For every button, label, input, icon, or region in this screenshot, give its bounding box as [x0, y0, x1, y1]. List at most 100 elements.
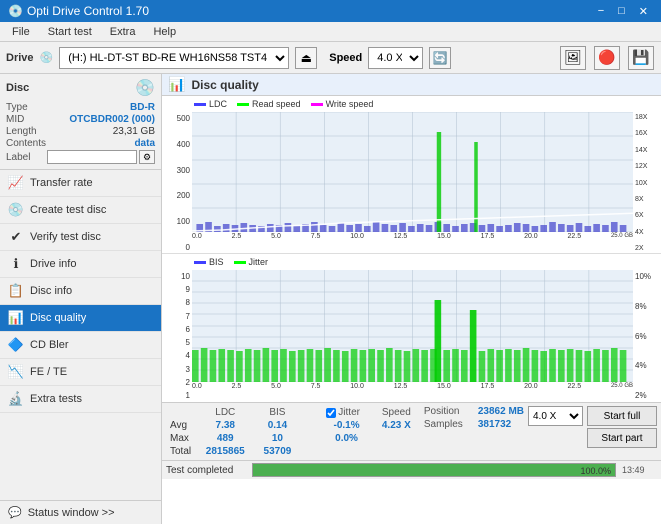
stats-max-bis: 10	[255, 432, 301, 445]
disc-quality-header: 📊 Disc quality	[162, 74, 661, 96]
sidebar: Disc 💿 Type BD-R MID OTCBDR002 (000) Len…	[0, 74, 162, 524]
samples-value: 381732	[478, 419, 511, 430]
drive-info-icon: ℹ	[8, 256, 24, 272]
toolbar-button-3[interactable]: 💾	[628, 46, 654, 70]
status-text: Test completed	[166, 465, 246, 476]
top-y-axis-left: 500 400 300 200 100 0	[162, 112, 192, 254]
sidebar-item-create-test-disc[interactable]: 💿 Create test disc	[0, 197, 161, 224]
toolbar-button-2[interactable]: 🔴	[594, 46, 620, 70]
disc-quality-title: Disc quality	[191, 78, 258, 92]
sidebar-item-disc-info[interactable]: 📋 Disc info	[0, 278, 161, 305]
menu-help[interactable]: Help	[145, 24, 184, 40]
eject-button[interactable]: ⏏	[295, 47, 317, 69]
disc-mid-value: OTCBDR002 (000)	[69, 114, 155, 125]
stats-row: LDC BIS Jitter Speed	[166, 406, 657, 458]
disc-quality-header-icon: 📊	[168, 76, 185, 93]
content-area: 📊 Disc quality LDC Read speed	[162, 74, 661, 524]
disc-contents-label: Contents	[6, 138, 46, 149]
stats-avg-speed: 4.23 X	[373, 419, 420, 432]
fe-te-icon: 📉	[8, 364, 24, 380]
sidebar-item-fe-te[interactable]: 📉 FE / TE	[0, 359, 161, 386]
disc-panel-title: Disc	[6, 82, 29, 94]
ldc-color	[194, 103, 206, 106]
menu-start-test[interactable]: Start test	[40, 24, 100, 40]
bottom-chart-svg	[192, 270, 633, 382]
disc-cd-icon: 💿	[135, 78, 155, 98]
bis-color	[194, 261, 206, 264]
disc-label-label: Label	[6, 152, 30, 163]
transfer-rate-icon: 📈	[8, 175, 24, 191]
sidebar-item-extra-tests-label: Extra tests	[30, 393, 82, 405]
status-window-button[interactable]: 💬 Status window >>	[0, 500, 161, 524]
bottom-chart-svg-container: 0.02.55.07.510.012.515.017.520.022.525.0…	[192, 270, 633, 402]
nav-items: 📈 Transfer rate 💿 Create test disc ✔ Ver…	[0, 170, 161, 413]
bottom-x-axis: 0.02.55.07.510.012.515.017.520.022.525.0…	[192, 382, 633, 391]
stats-total-bis: 53709	[255, 445, 301, 458]
bottom-status-bar: Test completed 100.0% 13:49	[162, 460, 661, 479]
col-speed: Speed	[373, 406, 420, 419]
drive-select[interactable]: (H:) HL-DT-ST BD-RE WH16NS58 TST4	[59, 47, 289, 69]
disc-contents-value: data	[134, 138, 155, 149]
verify-test-disc-icon: ✔	[8, 229, 24, 245]
sidebar-item-drive-info[interactable]: ℹ Drive info	[0, 251, 161, 278]
legend-read-speed-label: Read speed	[252, 99, 301, 109]
maximize-button[interactable]: □	[613, 4, 630, 19]
position-row: Position 23862 MB	[424, 406, 524, 417]
disc-label-button[interactable]: ⚙	[139, 150, 155, 164]
app-icon: 💿	[8, 4, 23, 18]
disc-label-input[interactable]	[47, 150, 137, 164]
minimize-button[interactable]: −	[593, 4, 609, 19]
col-ldc: LDC	[196, 406, 255, 419]
top-chart-svg-container: 0.02.55.07.510.012.515.017.520.022.525.0…	[192, 112, 633, 254]
bottom-y-axis-right: 10% 8% 6% 4% 2%	[633, 270, 661, 402]
titlebar-controls: − □ ✕	[593, 4, 653, 19]
cd-bler-icon: 🔷	[8, 337, 24, 353]
refresh-button[interactable]: 🔄	[429, 47, 451, 69]
top-chart-area: 500 400 300 200 100 0	[162, 112, 661, 254]
jitter-checkbox[interactable]	[326, 408, 336, 418]
sidebar-item-transfer-rate-label: Transfer rate	[30, 177, 93, 189]
top-y-axis-right: 18X 16X 14X 12X 10X 8X 6X 4X 2X	[633, 112, 661, 254]
jitter-color	[234, 261, 246, 264]
sidebar-item-disc-quality[interactable]: 📊 Disc quality	[0, 305, 161, 332]
sidebar-item-cd-bler-label: CD Bler	[30, 339, 69, 351]
bottom-chart: BIS Jitter 10987654321	[162, 254, 661, 402]
stats-row-total: Total 2815865 53709	[166, 445, 420, 458]
speed-select[interactable]: 4.0 X	[368, 47, 423, 69]
toolbar-button-1[interactable]: 🖼	[560, 46, 586, 70]
progress-text: 100.0%	[580, 464, 611, 478]
stats-max-jitter: 0.0%	[320, 432, 373, 445]
quality-speed-select[interactable]: 4.0 X	[528, 406, 583, 426]
start-part-button[interactable]: Start part	[587, 428, 657, 448]
top-chart: LDC Read speed Write speed	[162, 96, 661, 254]
stats-avg-bis: 0.14	[255, 419, 301, 432]
stats-total-ldc: 2815865	[196, 445, 255, 458]
bottom-chart-area: 10987654321	[162, 270, 661, 402]
status-window-label: Status window >>	[28, 507, 115, 519]
disc-length-label: Length	[6, 126, 37, 137]
speed-label: Speed	[329, 52, 362, 64]
menu-extra[interactable]: Extra	[102, 24, 144, 40]
top-chart-svg	[192, 112, 633, 232]
legend-read-speed: Read speed	[237, 99, 301, 109]
speed-controls: 4.0 X	[528, 406, 583, 426]
write-speed-color	[311, 103, 323, 106]
drivebar: Drive 💿 (H:) HL-DT-ST BD-RE WH16NS58 TST…	[0, 42, 661, 74]
menu-file[interactable]: File	[4, 24, 38, 40]
sidebar-item-verify-test-disc-label: Verify test disc	[30, 231, 101, 243]
start-full-button[interactable]: Start full	[587, 406, 657, 426]
sidebar-item-fe-te-label: FE / TE	[30, 366, 67, 378]
action-buttons: Start full Start part	[587, 406, 657, 448]
sidebar-item-transfer-rate[interactable]: 📈 Transfer rate	[0, 170, 161, 197]
samples-row: Samples 381732	[424, 419, 524, 430]
sidebar-item-create-test-disc-label: Create test disc	[30, 204, 106, 216]
sidebar-item-verify-test-disc[interactable]: ✔ Verify test disc	[0, 224, 161, 251]
sidebar-item-cd-bler[interactable]: 🔷 CD Bler	[0, 332, 161, 359]
col-jitter: Jitter	[320, 406, 373, 419]
stats-avg-jitter: -0.1%	[320, 419, 373, 432]
stats-row-max: Max 489 10 0.0%	[166, 432, 420, 445]
bottom-y-axis-left: 10987654321	[162, 270, 192, 402]
titlebar: 💿 Opti Drive Control 1.70 − □ ✕	[0, 0, 661, 22]
sidebar-item-extra-tests[interactable]: 🔬 Extra tests	[0, 386, 161, 413]
close-button[interactable]: ✕	[634, 4, 653, 19]
